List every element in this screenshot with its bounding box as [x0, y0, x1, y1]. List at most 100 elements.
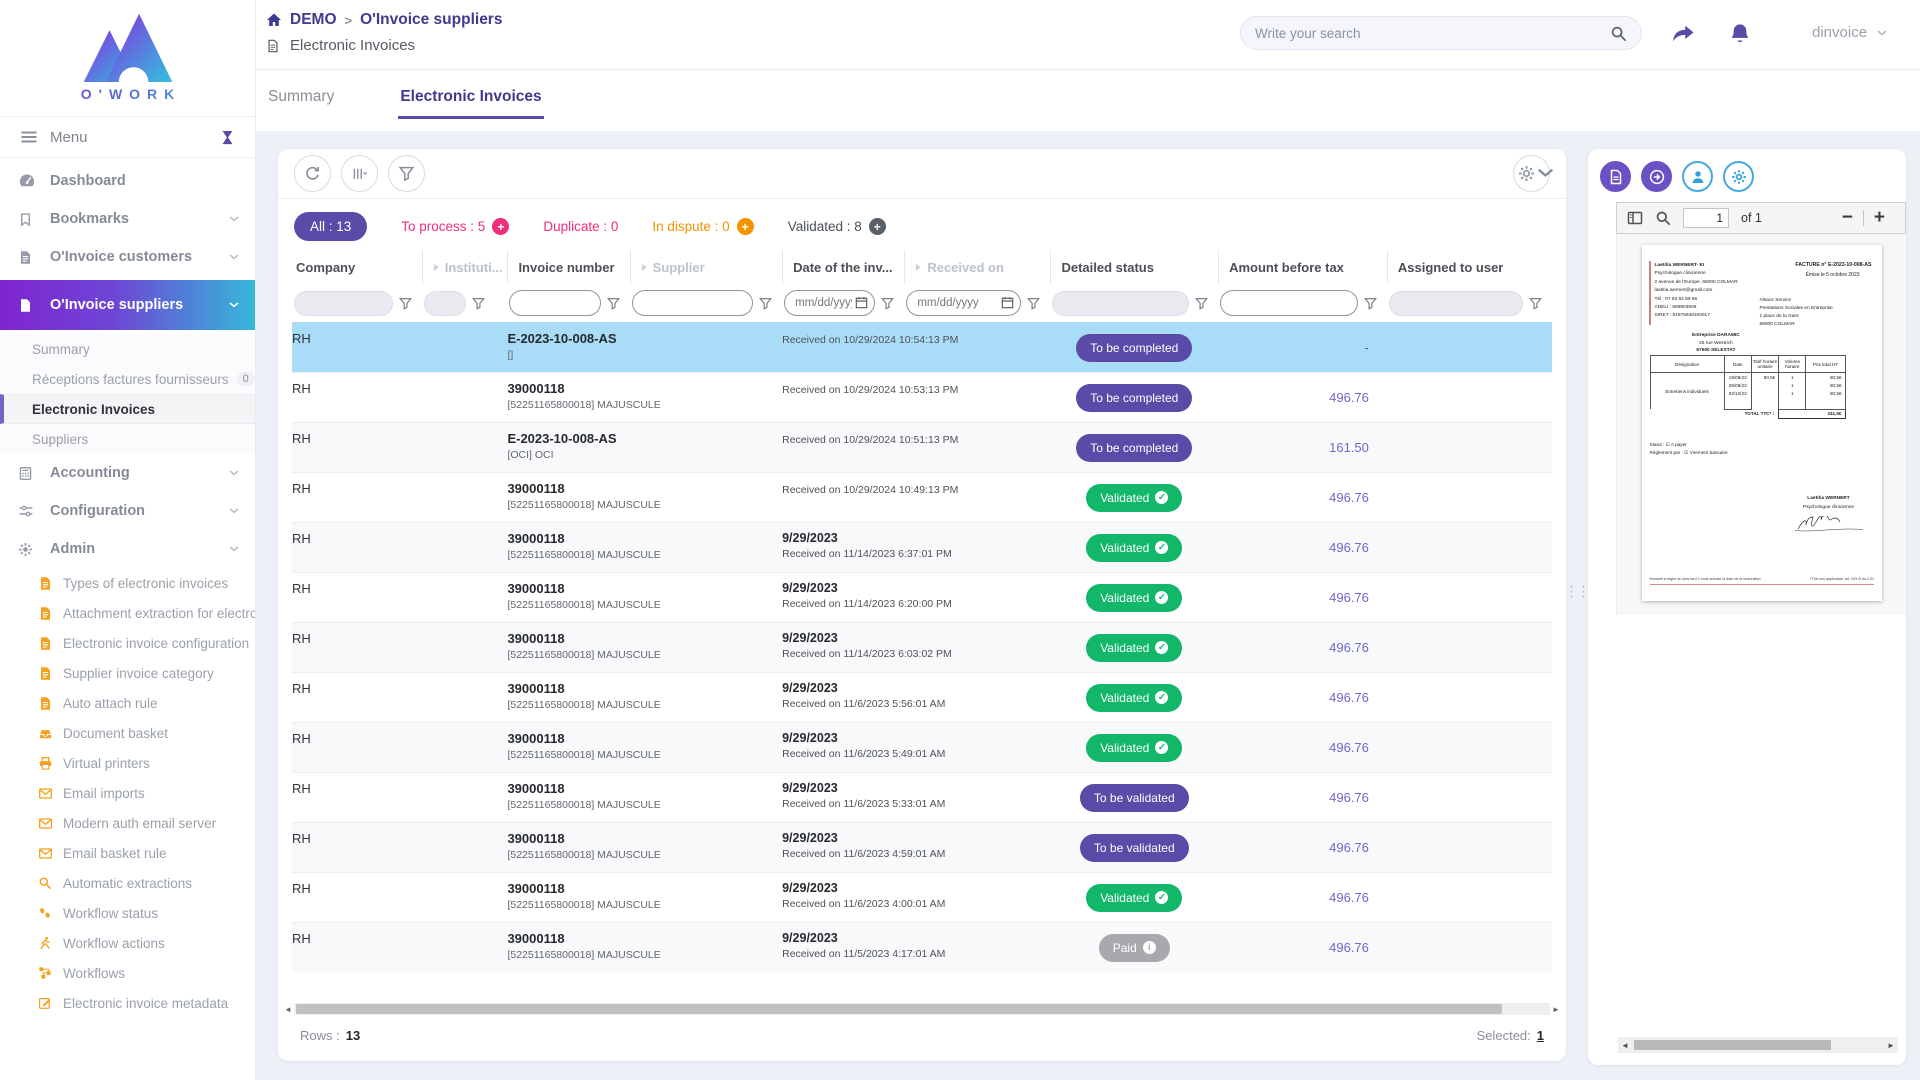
- sidebar-item-accounting[interactable]: Accounting: [0, 454, 255, 492]
- pdf-find-icon[interactable]: [1655, 210, 1671, 226]
- sidebar-item-r-ceptions-factures-fournisseurs[interactable]: Réceptions factures fournisseurs0: [0, 364, 255, 394]
- column-header-assigned-to-user[interactable]: Assigned to user: [1387, 250, 1552, 284]
- funnel-icon[interactable]: [1364, 297, 1377, 310]
- column-header-company[interactable]: Company: [292, 250, 422, 284]
- sidebar-item-dashboard[interactable]: Dashboard: [0, 162, 255, 200]
- funnel-icon[interactable]: [607, 297, 620, 310]
- column-header-invoice-number[interactable]: Invoice number: [507, 250, 629, 284]
- scroll-right-icon[interactable]: ►: [1550, 1005, 1562, 1014]
- funnel-icon[interactable]: [881, 297, 894, 310]
- sidebar-item-automatic-extractions[interactable]: Automatic extractions: [0, 868, 255, 898]
- table-row[interactable]: RH39000118[52251165800018] MAJUSCULE9/29…: [292, 572, 1552, 622]
- filter-chip-all[interactable]: All : 13: [294, 212, 367, 241]
- bell-icon[interactable]: [1728, 22, 1752, 46]
- filter-chip-to-process[interactable]: To process : 5+: [401, 218, 509, 235]
- preview-settings-button[interactable]: [1723, 161, 1754, 192]
- amount-before-tax-filter-input[interactable]: [1220, 290, 1358, 316]
- scrollbar-track[interactable]: [294, 1003, 1550, 1015]
- scrollbar-thumb[interactable]: [1634, 1040, 1831, 1050]
- table-row[interactable]: RH39000118[52251165800018] MAJUSCULE9/29…: [292, 822, 1552, 872]
- table-row[interactable]: RH39000118[52251165800018] MAJUSCULE9/29…: [292, 922, 1552, 972]
- sidebar-item-bookmarks[interactable]: Bookmarks: [0, 200, 255, 238]
- column-header-amount-before-tax[interactable]: Amount before tax: [1218, 250, 1387, 284]
- sidebar-item-attachment-extraction-for-electronic-invoices[interactable]: Attachment extraction for electronic inv…: [0, 598, 255, 628]
- scroll-left-icon[interactable]: ◄: [282, 1005, 294, 1014]
- scroll-left-icon[interactable]: ◄: [1618, 1041, 1632, 1050]
- search-icon[interactable]: [1610, 25, 1627, 42]
- table-row[interactable]: RH39000118[52251165800018] MAJUSCULE9/29…: [292, 522, 1552, 572]
- open-invoice-button[interactable]: [1641, 161, 1672, 192]
- table-row[interactable]: RH39000118[52251165800018] MAJUSCULE9/29…: [292, 872, 1552, 922]
- menu-toggle[interactable]: Menu: [0, 116, 255, 158]
- sidebar-item-modern-auth-email-server[interactable]: Modern auth email server: [0, 808, 255, 838]
- breadcrumb[interactable]: DEMO > O'Invoice suppliers: [266, 11, 502, 29]
- scrollbar-track[interactable]: [1632, 1037, 1884, 1053]
- sidebar-item-electronic-invoice-metadata[interactable]: Electronic invoice metadata: [0, 988, 255, 1018]
- sidebar-item-types-of-electronic-invoices[interactable]: Types of electronic invoices: [0, 568, 255, 598]
- tab-summary[interactable]: Summary: [266, 84, 336, 119]
- amount-link[interactable]: 496.76: [1218, 373, 1387, 422]
- invoice-number-filter-input[interactable]: [509, 290, 600, 316]
- sidebar-item-workflow-status[interactable]: Workflow status: [0, 898, 255, 928]
- detailed-status-filter-select[interactable]: [1052, 291, 1189, 316]
- sidebar-item-configuration[interactable]: Configuration: [0, 492, 255, 530]
- app-logo[interactable]: O'WORK: [0, 0, 255, 102]
- funnel-icon[interactable]: [1529, 297, 1542, 310]
- sidebar-item-email-basket-rule[interactable]: Email basket rule: [0, 838, 255, 868]
- scrollbar-thumb[interactable]: [296, 1004, 1502, 1014]
- funnel-icon[interactable]: [472, 297, 485, 310]
- sidebar-item-supplier-invoice-category[interactable]: Supplier invoice category: [0, 658, 255, 688]
- breadcrumb-section[interactable]: O'Invoice suppliers: [360, 11, 502, 29]
- horizontal-scrollbar[interactable]: ◄ ►: [282, 1002, 1562, 1016]
- supplier-filter-input[interactable]: [632, 290, 753, 316]
- column-header-detailed-status[interactable]: Detailed status: [1050, 250, 1218, 284]
- table-row[interactable]: RH39000118[52251165800018] MAJUSCULERece…: [292, 472, 1552, 522]
- zoom-in-button[interactable]: +: [1864, 207, 1895, 229]
- filter-chip-in-dispute[interactable]: In dispute : 0+: [652, 218, 753, 235]
- amount-link[interactable]: 496.76: [1218, 873, 1387, 922]
- pdf-page-input[interactable]: [1683, 208, 1729, 228]
- assign-user-button[interactable]: [1682, 161, 1713, 192]
- column-header-supplier[interactable]: Supplier: [630, 250, 782, 284]
- sidebar-item-summary[interactable]: Summary: [0, 334, 255, 364]
- funnel-icon[interactable]: [1195, 297, 1208, 310]
- filter-button[interactable]: [388, 155, 425, 192]
- sidebar-item-document-basket[interactable]: Document basket: [0, 718, 255, 748]
- sidebar-item-workflow-actions[interactable]: Workflow actions: [0, 928, 255, 958]
- table-row[interactable]: RHE-2023-10-008-AS[OCI] OCIReceived on 1…: [292, 422, 1552, 472]
- scroll-right-icon[interactable]: ►: [1884, 1041, 1898, 1050]
- amount-link[interactable]: 496.76: [1218, 673, 1387, 722]
- table-row[interactable]: RH39000118[52251165800018] MAJUSCULE9/29…: [292, 622, 1552, 672]
- table-row[interactable]: RH39000118[52251165800018] MAJUSCULE9/29…: [292, 722, 1552, 772]
- amount-link[interactable]: 496.76: [1218, 473, 1387, 522]
- amount-link[interactable]: 496.76: [1218, 823, 1387, 872]
- funnel-icon[interactable]: [1027, 297, 1040, 310]
- sidebar-item-suppliers[interactable]: Suppliers: [0, 424, 255, 454]
- column-header-received-on[interactable]: Received on: [904, 250, 1050, 284]
- table-row[interactable]: RH39000118[52251165800018] MAJUSCULE9/29…: [292, 772, 1552, 822]
- share-icon[interactable]: [1671, 22, 1695, 46]
- column-header-instituti[interactable]: Instituti...: [422, 250, 508, 284]
- table-row[interactable]: RH39000118[52251165800018] MAJUSCULERece…: [292, 372, 1552, 422]
- filter-chip-validated[interactable]: Validated : 8+: [788, 218, 886, 235]
- instituti-filter-select[interactable]: [424, 291, 467, 316]
- zoom-out-button[interactable]: −: [1832, 207, 1863, 229]
- amount-link[interactable]: 496.76: [1218, 573, 1387, 622]
- sidebar-item-email-imports[interactable]: Email imports: [0, 778, 255, 808]
- column-header-date-of-the-inv[interactable]: Date of the inv...: [782, 250, 904, 284]
- sidebar-item-electronic-invoices[interactable]: Electronic Invoices: [0, 394, 255, 424]
- sidebar-item-workflows[interactable]: Workflows: [0, 958, 255, 988]
- sidebar-item-virtual-printers[interactable]: Virtual printers: [0, 748, 255, 778]
- amount-link[interactable]: 496.76: [1218, 773, 1387, 822]
- pdf-export-button[interactable]: [1600, 161, 1631, 192]
- amount-link[interactable]: 496.76: [1218, 623, 1387, 672]
- refresh-button[interactable]: [294, 155, 331, 192]
- breadcrumb-home[interactable]: DEMO: [290, 11, 337, 29]
- funnel-icon[interactable]: [759, 297, 772, 310]
- search-input[interactable]: [1255, 26, 1610, 41]
- assigned-to-user-filter-select[interactable]: [1389, 291, 1523, 316]
- sidebar-item-electronic-invoice-configuration[interactable]: Electronic invoice configuration: [0, 628, 255, 658]
- funnel-icon[interactable]: [399, 297, 412, 310]
- sidebar-item-o-invoice-suppliers[interactable]: O'Invoice suppliers: [0, 280, 255, 330]
- hourglass-icon[interactable]: [220, 130, 235, 145]
